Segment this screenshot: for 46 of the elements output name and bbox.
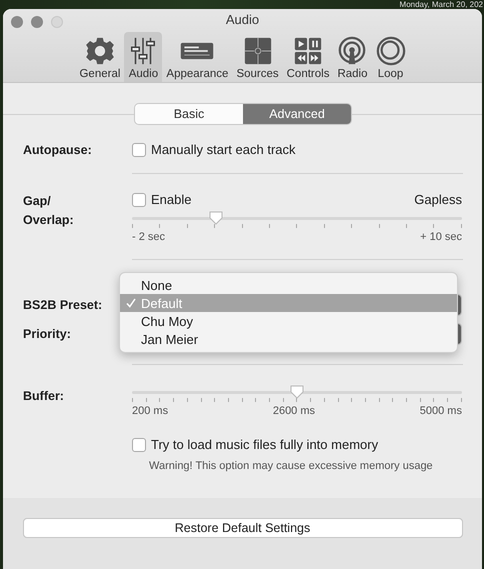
slider-thumb[interactable] — [209, 211, 224, 225]
slider-mid-label: 2600 ms — [272, 405, 316, 417]
zoom-button[interactable] — [51, 16, 63, 28]
restore-defaults-button[interactable]: Restore Default Settings — [22, 518, 462, 538]
clock-text: Monday, March 20, 202 — [400, 0, 483, 9]
autopause-label: Autopause: — [23, 142, 92, 156]
toolbar-tab[interactable]: General — [75, 32, 124, 82]
checkbox-label: Manually start each track — [151, 142, 296, 157]
gear-icon — [84, 36, 115, 66]
checkbox[interactable] — [132, 192, 146, 206]
mode-text: Gapless — [414, 192, 462, 207]
checkbox-label: Try to load music files fully into memory — [151, 437, 378, 452]
media-controls-icon — [293, 36, 324, 66]
slider-thumb[interactable] — [290, 385, 304, 399]
gap-overlap-label: Gap/ Overlap: — [23, 193, 74, 229]
checkmark-icon — [126, 298, 136, 308]
toolbar-tab[interactable]: Loop — [372, 32, 410, 82]
loop-icon — [376, 36, 406, 66]
bs2b-preset-label: BS2B Preset: — [23, 298, 102, 312]
menu-item[interactable]: Jan Meier — [120, 330, 457, 348]
slider-max-label: 5000 ms — [420, 405, 462, 417]
buffer-label: Buffer: — [23, 389, 64, 403]
slider-max-label: + 10 sec — [420, 231, 462, 243]
menu-item[interactable]: None — [120, 276, 457, 294]
checkbox-label: Enable — [151, 192, 192, 207]
toolbar-tab[interactable]: Audio — [124, 32, 162, 82]
warning-text: Warning! This option may cause excessive memory usage — [149, 460, 434, 472]
checkbox[interactable] — [132, 438, 146, 452]
menu-item[interactable]: Chu Moy — [120, 312, 457, 330]
buffer-slider[interactable] — [132, 385, 462, 403]
minimize-button[interactable] — [31, 16, 43, 28]
window-title: Audio — [226, 11, 260, 28]
gap-slider[interactable] — [132, 211, 462, 229]
toolbar-tab[interactable]: Appearance — [162, 32, 232, 82]
segment-tab[interactable]: Advanced — [243, 104, 351, 124]
priority-label: Priority: — [23, 326, 71, 340]
broadcast-icon — [337, 36, 368, 66]
puzzle-icon — [242, 36, 273, 66]
slider-min-label: 200 ms — [132, 405, 168, 417]
checkbox[interactable] — [132, 142, 146, 156]
close-button[interactable] — [11, 16, 23, 28]
toolbar-tab[interactable]: Sources — [232, 32, 283, 82]
segment-tab[interactable]: Basic — [135, 104, 243, 124]
toolbar-tab[interactable]: Radio — [333, 32, 372, 82]
toolbar-tab[interactable]: Controls — [282, 32, 334, 82]
slider-min-label: - 2 sec — [132, 231, 166, 243]
